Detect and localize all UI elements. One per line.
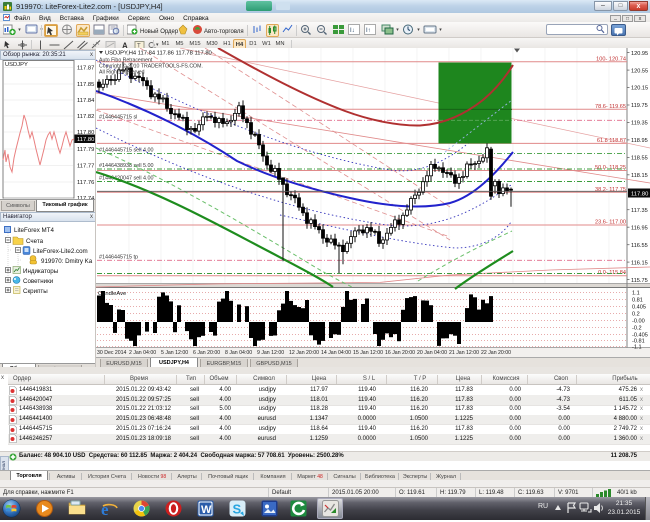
svg-text:Скрипты: Скрипты <box>23 288 48 295</box>
svg-text:118.55: 118.55 <box>631 156 648 162</box>
svg-text:5 Jan 12:00: 5 Jan 12:00 <box>161 350 188 356</box>
svg-text:Copyright © 2010 TRADERTOOLS-F: Copyright © 2010 TRADERTOOLS-FS.COM. <box>99 63 203 70</box>
svg-text:9 Jan 12:00: 9 Jan 12:00 <box>257 350 284 356</box>
svg-text:Советники: Советники <box>23 278 54 285</box>
svg-text:117.80: 117.80 <box>77 137 94 143</box>
svg-text:#1446445715 tp: #1446445715 tp <box>99 255 138 261</box>
svg-text:W: W <box>201 504 212 516</box>
svg-text:50.0- 118.25: 50.0- 118.25 <box>595 165 626 171</box>
svg-text:I↑: I↑ <box>366 28 371 34</box>
svg-text:#1446438938 sell 5.00: #1446438938 sell 5.00 <box>99 163 154 169</box>
svg-text:116.15: 116.15 <box>631 260 648 266</box>
svg-text:20 Jan 04:00: 20 Jan 04:00 <box>417 350 447 356</box>
svg-text:115.75: 115.75 <box>631 278 648 284</box>
svg-text:-0.00: -0.00 <box>632 319 645 325</box>
svg-text:#1446445715 sl: #1446445715 sl <box>99 115 137 121</box>
svg-text:38.2- 117.75: 38.2- 117.75 <box>595 187 626 193</box>
svg-text:8 Jan 04:00: 8 Jan 04:00 <box>225 350 252 356</box>
svg-text:116.95: 116.95 <box>631 225 648 231</box>
svg-text:e: e <box>101 500 109 517</box>
svg-text:1.1: 1.1 <box>632 291 640 297</box>
svg-text:12 Jan 20:00: 12 Jan 20:00 <box>289 350 319 356</box>
svg-text:117.87: 117.87 <box>77 66 94 72</box>
svg-text:117.82: 117.82 <box>77 114 94 120</box>
svg-text:0.2: 0.2 <box>632 312 640 318</box>
svg-text:919970: Dmitry Ka: 919970: Dmitry Ka <box>41 258 93 265</box>
svg-text:#1446445715 sell 4.00: #1446445715 sell 4.00 <box>99 148 154 154</box>
svg-text:15 Jan 12:00: 15 Jan 12:00 <box>353 350 383 356</box>
svg-text:-0.2: -0.2 <box>632 326 642 332</box>
svg-text:0.405: 0.405 <box>632 305 646 311</box>
svg-text:S: S <box>233 502 242 517</box>
svg-text:USDJPY: USDJPY <box>5 62 28 68</box>
svg-text:119.75: 119.75 <box>631 103 648 109</box>
svg-text:2 Jan 04:00: 2 Jan 04:00 <box>129 350 156 356</box>
svg-text:22 Jan 20:00: 22 Jan 20:00 <box>481 350 511 356</box>
svg-text:117.80: 117.80 <box>631 192 648 198</box>
svg-text:30 Dec 2014: 30 Dec 2014 <box>97 350 127 356</box>
svg-text:23.6- 117.00: 23.6- 117.00 <box>595 220 626 226</box>
svg-text:I↓: I↓ <box>350 28 355 34</box>
svg-text:100- 120.74: 100- 120.74 <box>596 56 626 62</box>
svg-text:78.6- 119.65: 78.6- 119.65 <box>595 104 626 110</box>
svg-text:CandleAve: CandleAve <box>98 291 126 297</box>
svg-text:118.95: 118.95 <box>631 138 648 144</box>
svg-text:61.8 118.87: 61.8 118.87 <box>597 138 626 144</box>
svg-text:-1.1: -1.1 <box>632 345 642 351</box>
svg-text:116.55: 116.55 <box>631 243 648 249</box>
svg-text:Счета: Счета <box>26 238 44 245</box>
svg-text:117.35: 117.35 <box>631 208 648 214</box>
svg-text:Индикаторы: Индикаторы <box>23 268 59 275</box>
svg-text:16 Jan 20:00: 16 Jan 20:00 <box>385 350 415 356</box>
svg-text:117.77: 117.77 <box>77 164 94 170</box>
svg-text:6 Jan 20:00: 6 Jan 20:00 <box>193 350 220 356</box>
svg-text:118.15: 118.15 <box>631 173 648 179</box>
svg-text:LiteForex-Lite2.com: LiteForex-Lite2.com <box>33 248 88 255</box>
svg-text:117.84: 117.84 <box>77 98 95 104</box>
svg-text:All Rights Reserved: All Rights Reserved <box>99 70 145 76</box>
svg-text:120.15: 120.15 <box>631 86 648 92</box>
svg-text:119.35: 119.35 <box>631 121 648 127</box>
svg-text:117.85: 117.85 <box>77 82 94 88</box>
svg-text:120.55: 120.55 <box>631 68 648 74</box>
svg-text:117.79: 117.79 <box>77 147 94 153</box>
svg-text:14 Jan 04:00: 14 Jan 04:00 <box>321 350 351 356</box>
svg-text:21 Jan 12:00: 21 Jan 12:00 <box>449 350 479 356</box>
svg-text:USDJPY,H4 117.84 117.86 117.7: USDJPY,H4 117.84 117.86 117.78 117.80 <box>105 51 212 57</box>
svg-text:120.95: 120.95 <box>631 51 648 57</box>
svg-text:0.81: 0.81 <box>632 298 643 304</box>
svg-text:LiteForex MT4: LiteForex MT4 <box>14 227 54 234</box>
svg-text:117.76: 117.76 <box>77 180 94 186</box>
